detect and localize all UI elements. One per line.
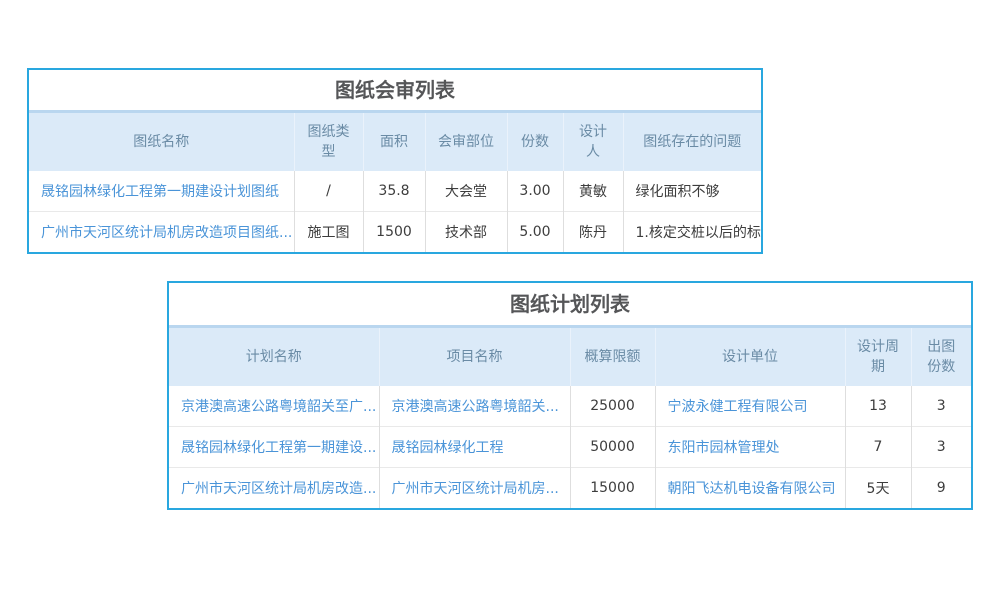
table-cell: 施工图 [294, 212, 363, 253]
table-cell: 广州市天河区统计局机房改造... [169, 468, 379, 509]
table-cell: 晟铭园林绿化工程第一期建设计划图纸 [29, 171, 294, 212]
table-cell: 13 [845, 386, 911, 427]
table-cell: 宁波永健工程有限公司 [655, 386, 845, 427]
table-cell: 25000 [570, 386, 655, 427]
table-cell: 广州市天河区统计局机房改造项目图纸... [29, 212, 294, 253]
review-table: 图纸名称 图纸类型 面积 会审部位 份数 设计人 图纸存在的问题 晟铭园林绿化工… [29, 113, 761, 252]
col-header-budget-limit: 概算限额 [570, 328, 655, 386]
col-header-drawing-name: 图纸名称 [29, 113, 294, 171]
table-row: 晟铭园林绿化工程第一期建设计划图纸 / 35.8 大会堂 3.00 黄敏 绿化面… [29, 171, 761, 212]
col-header-project-name: 项目名称 [379, 328, 570, 386]
table-cell: 朝阳飞达机电设备有限公司 [655, 468, 845, 509]
table-cell: 3 [911, 386, 971, 427]
table-cell: 晟铭园林绿化工程第一期建设... [169, 427, 379, 468]
col-header-drawing-issues: 图纸存在的问题 [623, 113, 761, 171]
table-cell: 东阳市园林管理处 [655, 427, 845, 468]
table-cell: 35.8 [363, 171, 425, 212]
col-header-review-location: 会审部位 [425, 113, 507, 171]
table-cell: 京港澳高速公路粤境韶关至广... [169, 386, 379, 427]
project-name-link[interactable]: 京港澳高速公路粤境韶关... [392, 399, 559, 415]
plan-name-link[interactable]: 广州市天河区统计局机房改造... [181, 481, 376, 497]
table-cell: 7 [845, 427, 911, 468]
table-row: 广州市天河区统计局机房改造项目图纸... 施工图 1500 技术部 5.00 陈… [29, 212, 761, 253]
table-cell: 5天 [845, 468, 911, 509]
table-cell: 3.00 [507, 171, 563, 212]
table-cell: 黄敏 [563, 171, 623, 212]
review-table-panel: 图纸会审列表 图纸名称 图纸类型 面积 会审部位 份数 设计人 图纸存在的问题 … [27, 68, 763, 254]
table-cell: 陈丹 [563, 212, 623, 253]
plan-table: 计划名称 项目名称 概算限额 设计单位 设计周期 出图份数 京港澳高速公路粤境韶… [169, 328, 971, 508]
review-table-title: 图纸会审列表 [29, 70, 761, 113]
table-cell: 1.核定交桩以后的标. [623, 212, 761, 253]
drawing-name-link[interactable]: 广州市天河区统计局机房改造项目图纸... [41, 225, 292, 241]
table-cell: 技术部 [425, 212, 507, 253]
table-cell: 广州市天河区统计局机房... [379, 468, 570, 509]
table-cell: 15000 [570, 468, 655, 509]
project-name-link[interactable]: 广州市天河区统计局机房... [392, 481, 559, 497]
plan-table-panel: 图纸计划列表 计划名称 项目名称 概算限额 设计单位 设计周期 出图份数 京港澳… [167, 281, 973, 510]
plan-table-title: 图纸计划列表 [169, 283, 971, 328]
table-row: 广州市天河区统计局机房改造... 广州市天河区统计局机房... 15000 朝阳… [169, 468, 971, 509]
table-cell: 京港澳高速公路粤境韶关... [379, 386, 570, 427]
table-cell: 绿化面积不够 [623, 171, 761, 212]
col-header-drawing-copies: 出图份数 [911, 328, 971, 386]
col-header-design-cycle: 设计周期 [845, 328, 911, 386]
table-cell: / [294, 171, 363, 212]
col-header-copies: 份数 [507, 113, 563, 171]
table-cell: 3 [911, 427, 971, 468]
plan-name-link[interactable]: 京港澳高速公路粤境韶关至广... [181, 399, 376, 415]
col-header-design-unit: 设计单位 [655, 328, 845, 386]
table-cell: 50000 [570, 427, 655, 468]
drawing-name-link[interactable]: 晟铭园林绿化工程第一期建设计划图纸 [41, 184, 279, 200]
table-cell: 1500 [363, 212, 425, 253]
project-name-link[interactable]: 晟铭园林绿化工程 [392, 440, 504, 456]
table-cell: 9 [911, 468, 971, 509]
table-row: 晟铭园林绿化工程第一期建设... 晟铭园林绿化工程 50000 东阳市园林管理处… [169, 427, 971, 468]
table-row: 京港澳高速公路粤境韶关至广... 京港澳高速公路粤境韶关... 25000 宁波… [169, 386, 971, 427]
design-unit-link[interactable]: 东阳市园林管理处 [668, 440, 780, 456]
col-header-drawing-type: 图纸类型 [294, 113, 363, 171]
table-cell: 大会堂 [425, 171, 507, 212]
col-header-designer: 设计人 [563, 113, 623, 171]
table-cell: 5.00 [507, 212, 563, 253]
plan-name-link[interactable]: 晟铭园林绿化工程第一期建设... [181, 440, 376, 456]
design-unit-link[interactable]: 朝阳飞达机电设备有限公司 [668, 481, 836, 497]
col-header-plan-name: 计划名称 [169, 328, 379, 386]
plan-table-header-row: 计划名称 项目名称 概算限额 设计单位 设计周期 出图份数 [169, 328, 971, 386]
col-header-area: 面积 [363, 113, 425, 171]
review-table-header-row: 图纸名称 图纸类型 面积 会审部位 份数 设计人 图纸存在的问题 [29, 113, 761, 171]
design-unit-link[interactable]: 宁波永健工程有限公司 [668, 399, 808, 415]
table-cell: 晟铭园林绿化工程 [379, 427, 570, 468]
